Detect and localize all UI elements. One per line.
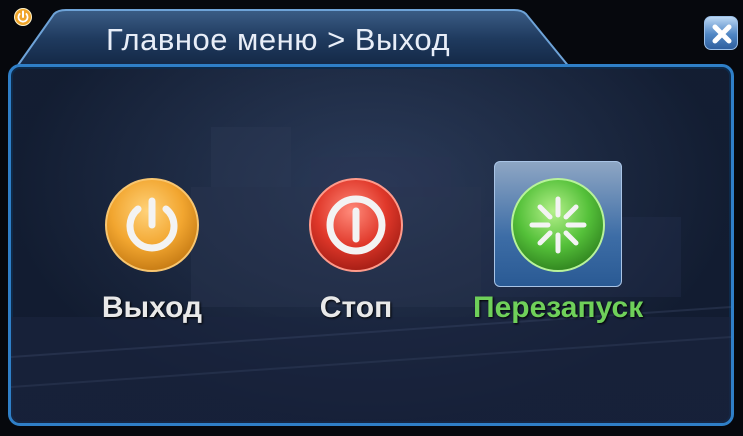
option-label: Перезапуск [473,291,644,324]
close-button[interactable] [704,16,738,50]
settings-orb-icon [14,8,32,26]
option-label: Стоп [319,291,393,324]
option-stop[interactable]: Стоп [271,159,441,329]
stop-icon [309,178,403,272]
logout-dialog: Главное меню > Выход Выход Стоп Перезапу… [0,0,743,436]
menu-panel: Выход Стоп Перезапуск [8,64,734,426]
option-restart[interactable]: Перезапуск [473,159,643,329]
power-icon [105,178,199,272]
option-logout[interactable]: Выход [67,159,237,329]
option-label: Выход [101,291,203,324]
breadcrumb: Главное меню > Выход [106,22,451,57]
restart-icon [511,178,605,272]
title-bar: Главное меню > Выход [14,8,574,70]
close-icon [712,24,732,44]
